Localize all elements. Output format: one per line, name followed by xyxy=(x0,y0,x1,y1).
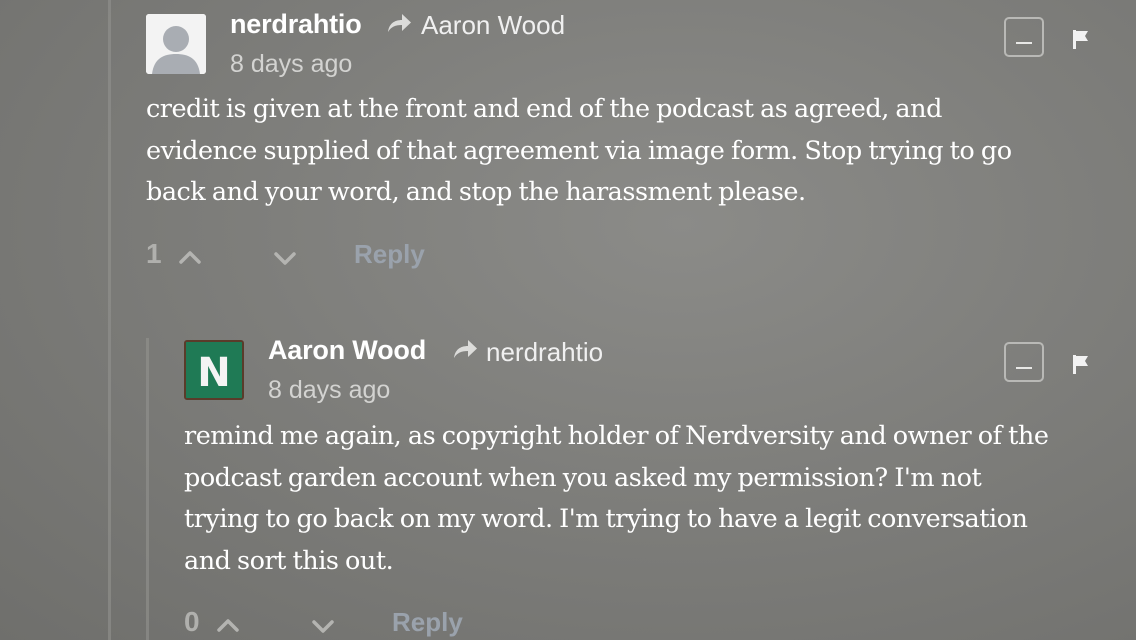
flag-icon[interactable] xyxy=(1071,28,1091,50)
svg-text:N: N xyxy=(197,350,230,396)
downvote-icon[interactable] xyxy=(272,250,298,268)
comment: nerdrahtio Aaron Wood 8 days ago credit … xyxy=(0,0,1136,300)
comment-body-line: and sort this out. xyxy=(184,545,394,576)
comment-body-line: evidence supplied of that agreement via … xyxy=(146,135,1012,166)
comment-timestamp[interactable]: 8 days ago xyxy=(230,50,352,79)
comment-body-line: remind me again, as copyright holder of … xyxy=(184,421,1049,451)
reply-button[interactable]: Reply xyxy=(392,607,463,638)
comment-body-line: trying to go back on my word. I'm trying… xyxy=(184,504,1028,534)
comment-author[interactable]: Aaron Wood xyxy=(268,335,426,366)
comment-reply: N Aaron Wood nerdrahtio 8 days ago remin… xyxy=(0,330,1136,640)
collapse-button[interactable] xyxy=(1004,17,1044,57)
comment-body: credit is given at the front and end of … xyxy=(146,89,1126,214)
vote-count: 1 xyxy=(146,238,162,269)
reply-to-user[interactable]: nerdrahtio xyxy=(486,337,603,368)
comment-body-line: credit is given at the front and end of … xyxy=(146,94,942,124)
reply-button[interactable]: Reply xyxy=(354,239,425,270)
upvote-icon[interactable] xyxy=(215,616,241,634)
flag-icon[interactable] xyxy=(1071,353,1091,375)
comment-body: remind me again, as copyright holder of … xyxy=(184,416,1129,582)
downvote-icon[interactable] xyxy=(310,618,336,636)
comment-author[interactable]: nerdrahtio xyxy=(230,9,362,40)
vote-count: 0 xyxy=(184,606,200,637)
nerdversity-logo-icon: N xyxy=(186,342,242,398)
reply-arrow-icon xyxy=(454,340,477,358)
reply-arrow-icon xyxy=(388,14,411,32)
collapse-button[interactable] xyxy=(1004,342,1044,382)
user-avatar[interactable] xyxy=(146,14,206,74)
comment-body-line: podcast garden account when you asked my… xyxy=(184,462,982,493)
comment-body-line: back and your word, and stop the harassm… xyxy=(146,177,806,207)
default-avatar-icon xyxy=(146,14,206,74)
upvote-icon[interactable] xyxy=(177,248,203,266)
reply-to-user[interactable]: Aaron Wood xyxy=(421,10,565,41)
comment-timestamp[interactable]: 8 days ago xyxy=(268,376,390,405)
user-avatar[interactable]: N xyxy=(184,340,244,400)
